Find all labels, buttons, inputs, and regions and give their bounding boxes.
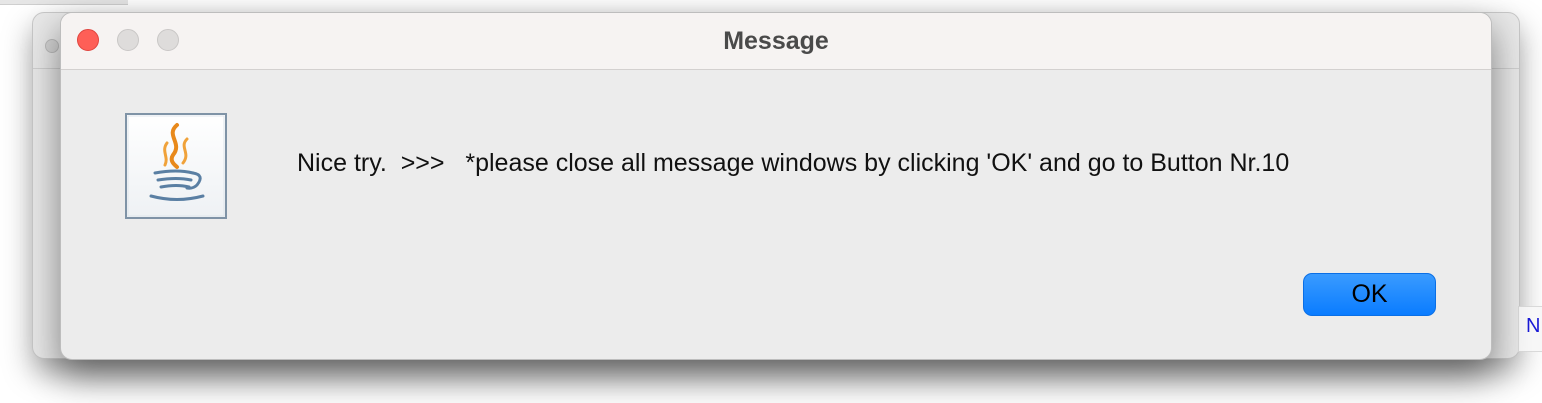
background-traffic-light	[45, 39, 59, 53]
message-dialog: Message Nice try. >>> *please close all …	[60, 12, 1492, 360]
background-button-label: N	[1526, 315, 1541, 337]
ok-button[interactable]: OK	[1303, 273, 1436, 316]
background-button: N	[1518, 306, 1542, 352]
desktop: N Message Nice try. >>> *please close al…	[0, 0, 1542, 403]
java-icon	[125, 113, 227, 219]
background-window-edge	[0, 0, 128, 5]
dialog-titlebar: Message	[61, 13, 1491, 70]
dialog-message: Nice try. >>> *please close all message …	[297, 149, 1290, 177]
dialog-title: Message	[723, 27, 829, 55]
